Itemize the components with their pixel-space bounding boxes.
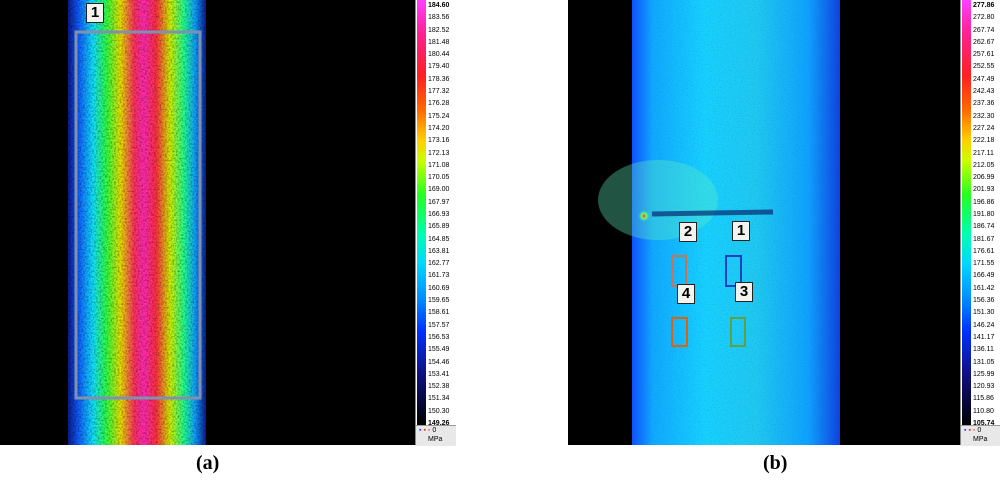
colorbar-tick-label: 165.89	[428, 223, 450, 231]
colorbar-tick-label: 272.80	[973, 14, 995, 22]
stress-zone-b	[598, 160, 718, 240]
colorbar-tick-label: 169.00	[428, 186, 450, 194]
colorbar-tick-label: 155.49	[428, 346, 450, 354]
colorbar-tick-label: 115.86	[973, 395, 994, 403]
colorbar-tick-label: 201.93	[973, 186, 995, 194]
colorbar-tick-label: 157.57	[428, 321, 450, 329]
caption-b: (b)	[763, 452, 788, 474]
colorbar-tick-label: 177.32	[428, 88, 450, 96]
colorbar-tick-label: 152.38	[428, 383, 450, 391]
colorbar-tick-label: 178.36	[428, 75, 450, 83]
colorbar-tick-label: 161.42	[973, 284, 995, 292]
colorbar-tick-label: 156.53	[428, 333, 450, 341]
colorbar-tick-label: 110.80	[973, 407, 994, 415]
colorbar-tick-label: 176.28	[428, 100, 450, 108]
region-label-3-b: 3	[735, 282, 753, 302]
colorbar-tick-label: 131.05	[973, 358, 995, 366]
colorbar-tick-label: 151.34	[428, 395, 450, 403]
unit-label-a: MPa	[428, 436, 443, 443]
region-label-1-a: 1	[86, 3, 104, 23]
colorbar-tick-label: 247.49	[973, 75, 995, 83]
colorbar-tick-label: 171.55	[973, 260, 995, 268]
colorbar-tick-label: 252.55	[973, 63, 995, 71]
colorbar-tick-label: 171.08	[428, 161, 450, 169]
colorbar-tick-label: 175.24	[428, 112, 450, 120]
colorbar-tick-label: 183.56	[428, 14, 450, 22]
colorbar-tick-label: 160.69	[428, 284, 450, 292]
colorbar-tick-label: 163.81	[428, 247, 450, 255]
colorbar-tick-label: 181.67	[973, 235, 995, 243]
colorbar-tick-label: 159.65	[428, 297, 450, 305]
colorbar-footer-b: ▪ ▪ ▪ 0 MPa	[961, 425, 1000, 446]
colorbar-tick-label: 158.61	[428, 309, 450, 317]
colorbar-a: 184.60 183.56 182.52 181.48 180.44 179.40 178.…	[415, 0, 456, 446]
colorbar-tick-label: 182.52	[428, 26, 450, 34]
colorbar-indicator-b: ▪ ▪ ▪ 0	[964, 427, 982, 434]
colorbar-gradient-a	[417, 0, 426, 425]
colorbar-tick-label: 196.86	[973, 198, 995, 206]
colorbar-tick-label: 154.46	[428, 358, 450, 366]
colorbar-tick-label: 164.85	[428, 235, 450, 243]
thermal-image-b: 1 2 3 4	[568, 0, 960, 445]
colorbar-tick-label: 232.30	[973, 112, 995, 120]
colorbar-tick-label: 191.80	[973, 211, 995, 218]
colorbar-tick-label: 166.93	[428, 211, 450, 218]
thermal-image-a: 1	[0, 0, 415, 445]
colorbar-tick-label: 172.13	[428, 149, 450, 157]
colorbar-tick-label: 186.74	[973, 223, 995, 231]
colorbar-tick-label: 242.43	[973, 88, 995, 96]
colorbar-tick-label: 151.30	[973, 309, 995, 317]
colorbar-tick-label: 136.11	[973, 346, 994, 354]
colorbar-tick-label: 153.41	[428, 370, 450, 378]
colorbar-tick-label: 212.05	[973, 161, 995, 169]
colorbar-indicator-a: ▪ ▪ ▪ 0	[419, 427, 437, 434]
caption-a: (a)	[196, 452, 220, 474]
colorbar-tick-label: 257.61	[973, 51, 995, 59]
colorbar-tick-label: 166.49	[973, 272, 995, 280]
stress-map-a	[68, 0, 206, 445]
colorbar-tick-label: 222.18	[973, 137, 995, 145]
colorbar-tick-label: 146.24	[973, 321, 995, 329]
colorbar-tick-label: 156.36	[973, 297, 995, 305]
colorbar-tick-label: 125.99	[973, 370, 995, 378]
colorbar-tick-label: 267.74	[973, 26, 995, 34]
colorbar-tick-label: 176.61	[973, 247, 995, 255]
region-label-1-b: 1	[732, 221, 750, 241]
colorbar-ticks-b: 277.86 272.80 267.74 262.67 257.61 252.55 247.…	[973, 0, 1000, 427]
colorbar-tick-label: 262.67	[973, 38, 995, 46]
region-label-2-b: 2	[679, 222, 697, 242]
colorbar-tick-label: 141.17	[973, 333, 995, 341]
colorbar-tick-label: 181.48	[428, 38, 450, 46]
colorbar-b: 277.86 272.80 267.74 262.67 257.61 252.55 247.…	[960, 0, 1000, 446]
colorbar-tick-label: 150.30	[428, 407, 450, 415]
colorbar-tick-label: 180.44	[428, 51, 450, 59]
colorbar-footer-a: ▪ ▪ ▪ 0 MPa	[416, 425, 456, 446]
colorbar-tick-label: 179.40	[428, 63, 450, 71]
colorbar-tick-label: 184.60	[428, 2, 450, 9]
colorbar-tick-label: 161.73	[428, 272, 450, 280]
unit-label-b: MPa	[973, 436, 988, 443]
colorbar-tick-label: 227.24	[973, 124, 995, 132]
stress-map-b	[598, 0, 840, 445]
colorbar-tick-label: 277.86	[973, 2, 995, 9]
colorbar-tick-label: 206.99	[973, 174, 995, 182]
colorbar-tick-label: 167.97	[428, 198, 450, 206]
colorbar-tick-label: 217.11	[973, 149, 994, 157]
colorbar-tick-label: 237.36	[973, 100, 995, 108]
region-label-4-b: 4	[677, 284, 695, 304]
colorbar-gradient-b	[962, 0, 971, 425]
crack-line-b	[651, 209, 774, 217]
hot-spot-b	[638, 210, 650, 222]
colorbar-tick-label: 120.93	[973, 383, 995, 391]
colorbar-tick-label: 162.77	[428, 260, 450, 268]
noise-overlay-a	[68, 0, 206, 445]
colorbar-tick-label: 170.05	[428, 174, 450, 182]
colorbar-tick-label: 174.20	[428, 124, 450, 132]
colorbar-ticks-a: 184.60 183.56 182.52 181.48 180.44 179.40 178.…	[428, 0, 456, 427]
colorbar-tick-label: 173.16	[428, 137, 450, 145]
